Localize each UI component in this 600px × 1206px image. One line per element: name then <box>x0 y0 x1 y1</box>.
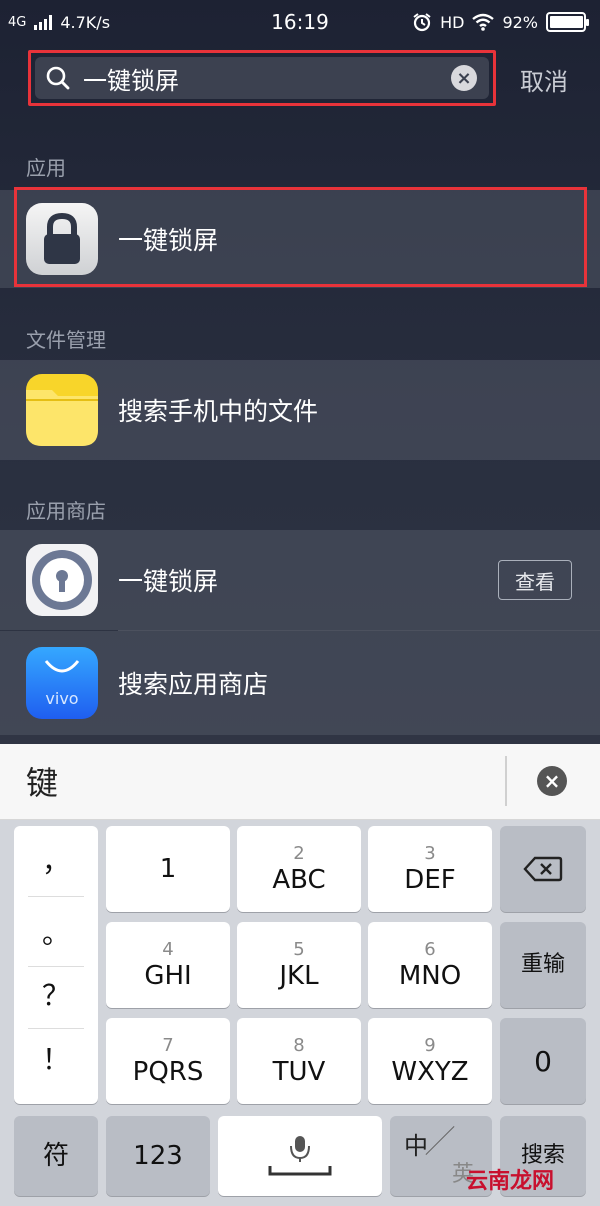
key-6-mno[interactable]: 6 MNO <box>368 922 492 1008</box>
key-letters: WXYZ <box>391 1057 469 1087</box>
punctuation-column[interactable]: ， 。 ？ ！ <box>14 826 98 1104</box>
store-result-label: 一键锁屏 <box>118 567 219 596</box>
language-slash <box>425 1126 455 1155</box>
key-9-wxyz[interactable]: 9 WXYZ <box>368 1018 492 1104</box>
punctuation-exclamation[interactable]: ！ <box>14 1038 98 1078</box>
cancel-button[interactable]: 取消 <box>520 62 568 97</box>
section-title-store: 应用商店 <box>26 499 106 523</box>
numeric-key[interactable]: 123 <box>106 1116 210 1196</box>
key-number: 7 <box>162 1035 174 1056</box>
watermark: 云南龙网 <box>466 1169 555 1194</box>
keyhole-icon <box>32 550 92 610</box>
punctuation-comma[interactable]: ， <box>14 840 98 880</box>
key-number: 9 <box>424 1035 436 1056</box>
search-icon <box>46 66 70 90</box>
key-4-ghi[interactable]: 4 GHI <box>106 922 230 1008</box>
store-search-row[interactable]: vivo 搜索应用商店 <box>0 631 600 735</box>
key-letters: GHI <box>144 961 192 991</box>
search-input[interactable]: 一键锁屏 × <box>35 57 489 99</box>
punctuation-question[interactable]: ？ <box>14 974 98 1014</box>
key-0[interactable]: 0 <box>500 1018 586 1104</box>
composition-separator <box>505 756 507 806</box>
key-letters: 1 <box>159 854 177 884</box>
space-key[interactable] <box>218 1116 382 1196</box>
network-type: 4G <box>8 14 27 30</box>
symbol-label: 符 <box>42 1141 69 1171</box>
bag-handle-icon <box>44 659 80 672</box>
reinput-key[interactable]: 重输 <box>500 922 586 1008</box>
status-right: HD 92% <box>412 12 589 32</box>
key-number: 3 <box>424 843 436 864</box>
search-row: 一键锁屏 × 取消 <box>0 44 600 114</box>
key-letters: MNO <box>398 961 462 991</box>
punctuation-divider <box>28 1028 84 1029</box>
store-result-row[interactable]: 一键锁屏 查看 <box>0 530 600 630</box>
status-left: 4G 4.7K/s <box>8 13 110 32</box>
key-5-jkl[interactable]: 5 JKL <box>237 922 361 1008</box>
lock-app-icon <box>26 203 98 275</box>
keyboard: ， 。 ？ ！ 1 2 ABC 3 DEF 4 GHI 5 JKL 6 MNO <box>0 820 600 1206</box>
key-letters: TUV <box>272 1057 326 1087</box>
key-number: 5 <box>293 939 305 960</box>
clock: 16:19 <box>271 10 329 34</box>
key-letters: PQRS <box>132 1057 204 1087</box>
key-letters: DEF <box>404 865 456 895</box>
keyhole-app-icon <box>26 544 98 616</box>
files-search-label: 搜索手机中的文件 <box>118 397 319 426</box>
search-value: 一键锁屏 <box>83 66 179 95</box>
clear-search-icon[interactable]: × <box>451 65 477 91</box>
search-box-highlight: 一键锁屏 × <box>28 50 496 106</box>
microphone-icon <box>268 1136 332 1176</box>
key-1[interactable]: 1 <box>106 826 230 912</box>
key-number: 8 <box>293 1035 305 1056</box>
key-letters: JKL <box>279 961 319 991</box>
vivo-store-icon: vivo <box>26 647 98 719</box>
hd-indicator: HD <box>440 12 465 32</box>
backspace-key[interactable] <box>500 826 586 912</box>
view-button[interactable]: 查看 <box>498 560 572 600</box>
app-result-label: 一键锁屏 <box>118 226 219 255</box>
key-letters: ABC <box>272 865 326 895</box>
key-8-tuv[interactable]: 8 TUV <box>237 1018 361 1104</box>
key-7-pqrs[interactable]: 7 PQRS <box>106 1018 230 1104</box>
battery-icon <box>546 12 589 32</box>
files-search-row[interactable]: 搜索手机中的文件 <box>0 360 600 460</box>
key-3-def[interactable]: 3 DEF <box>368 826 492 912</box>
key-number: 6 <box>424 939 436 960</box>
zero-label: 0 <box>534 1044 552 1078</box>
section-title-apps: 应用 <box>26 156 66 180</box>
section-title-files: 文件管理 <box>26 328 106 352</box>
key-number: 2 <box>293 843 305 864</box>
clear-composition-icon[interactable]: × <box>537 766 567 796</box>
numeric-label: 123 <box>133 1141 183 1171</box>
reinput-label: 重输 <box>520 952 565 977</box>
status-bar: 4G 4.7K/s 16:19 HD 92% <box>0 0 600 44</box>
network-speed: 4.7K/s <box>60 12 111 32</box>
symbol-key[interactable]: 符 <box>14 1116 98 1196</box>
store-search-label: 搜索应用商店 <box>118 670 269 699</box>
punctuation-divider <box>28 896 84 897</box>
key-number: 4 <box>162 939 174 960</box>
signal-icon <box>34 14 53 30</box>
alarm-icon <box>413 13 431 32</box>
vivo-text: vivo <box>45 688 79 708</box>
keyboard-composition-bar: 键 × <box>0 744 600 820</box>
composition-text[interactable]: 键 <box>26 758 58 804</box>
app-result-row[interactable]: 一键锁屏 <box>0 190 600 288</box>
key-2-abc[interactable]: 2 ABC <box>237 826 361 912</box>
folder-icon <box>26 374 98 446</box>
backspace-icon <box>523 856 563 882</box>
lock-icon <box>44 212 80 264</box>
battery-percent: 92% <box>502 12 538 32</box>
punctuation-divider <box>28 966 84 967</box>
wifi-icon <box>472 13 495 31</box>
punctuation-period[interactable]: 。 <box>14 912 98 952</box>
language-chinese-label: 中 <box>404 1132 428 1160</box>
